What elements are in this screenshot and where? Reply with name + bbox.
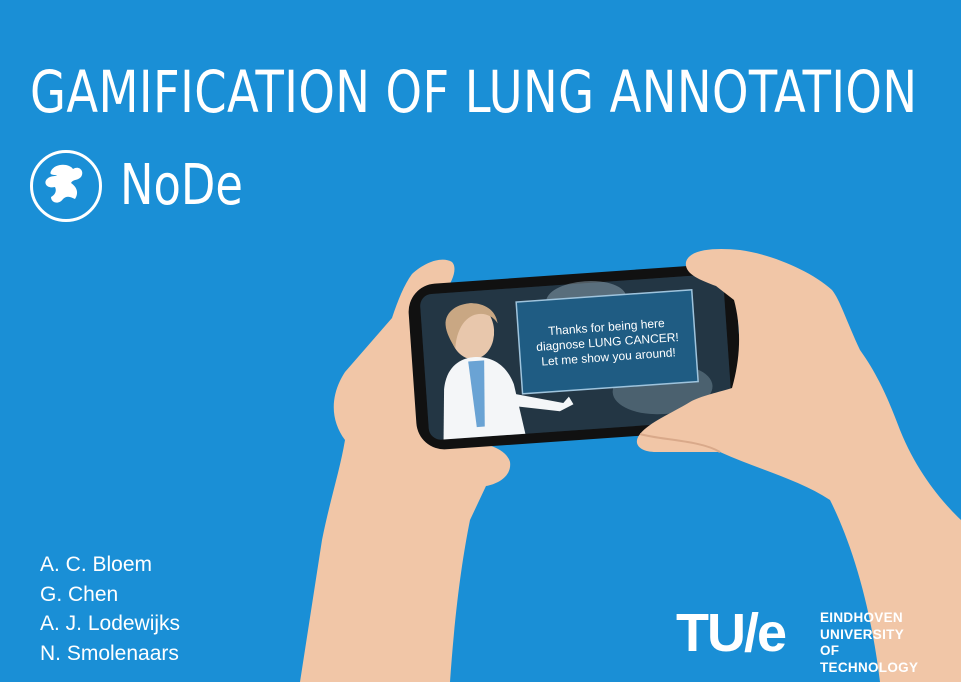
tue-logo-mark: TU/e	[676, 603, 787, 663]
university-name-line: EINDHOVEN	[820, 610, 903, 625]
author-name: N. Smolenaars	[40, 641, 179, 665]
author-name: A. C. Bloem	[40, 553, 153, 576]
author-name: A. J. Lodewijks	[40, 612, 181, 635]
author-list: A. C. Bloem G. Chen A. J. Lodewijks N. S…	[40, 550, 180, 668]
university-name-line: UNIVERSITY OF	[820, 626, 904, 659]
university-name-line: TECHNOLOGY	[820, 659, 919, 675]
author-name: G. Chen	[40, 582, 119, 606]
phone-message: Thanks for being here diagnose LUNG CANC…	[518, 294, 697, 391]
university-name: EINDHOVEN UNIVERSITY OF TECHNOLOGY	[820, 610, 918, 676]
